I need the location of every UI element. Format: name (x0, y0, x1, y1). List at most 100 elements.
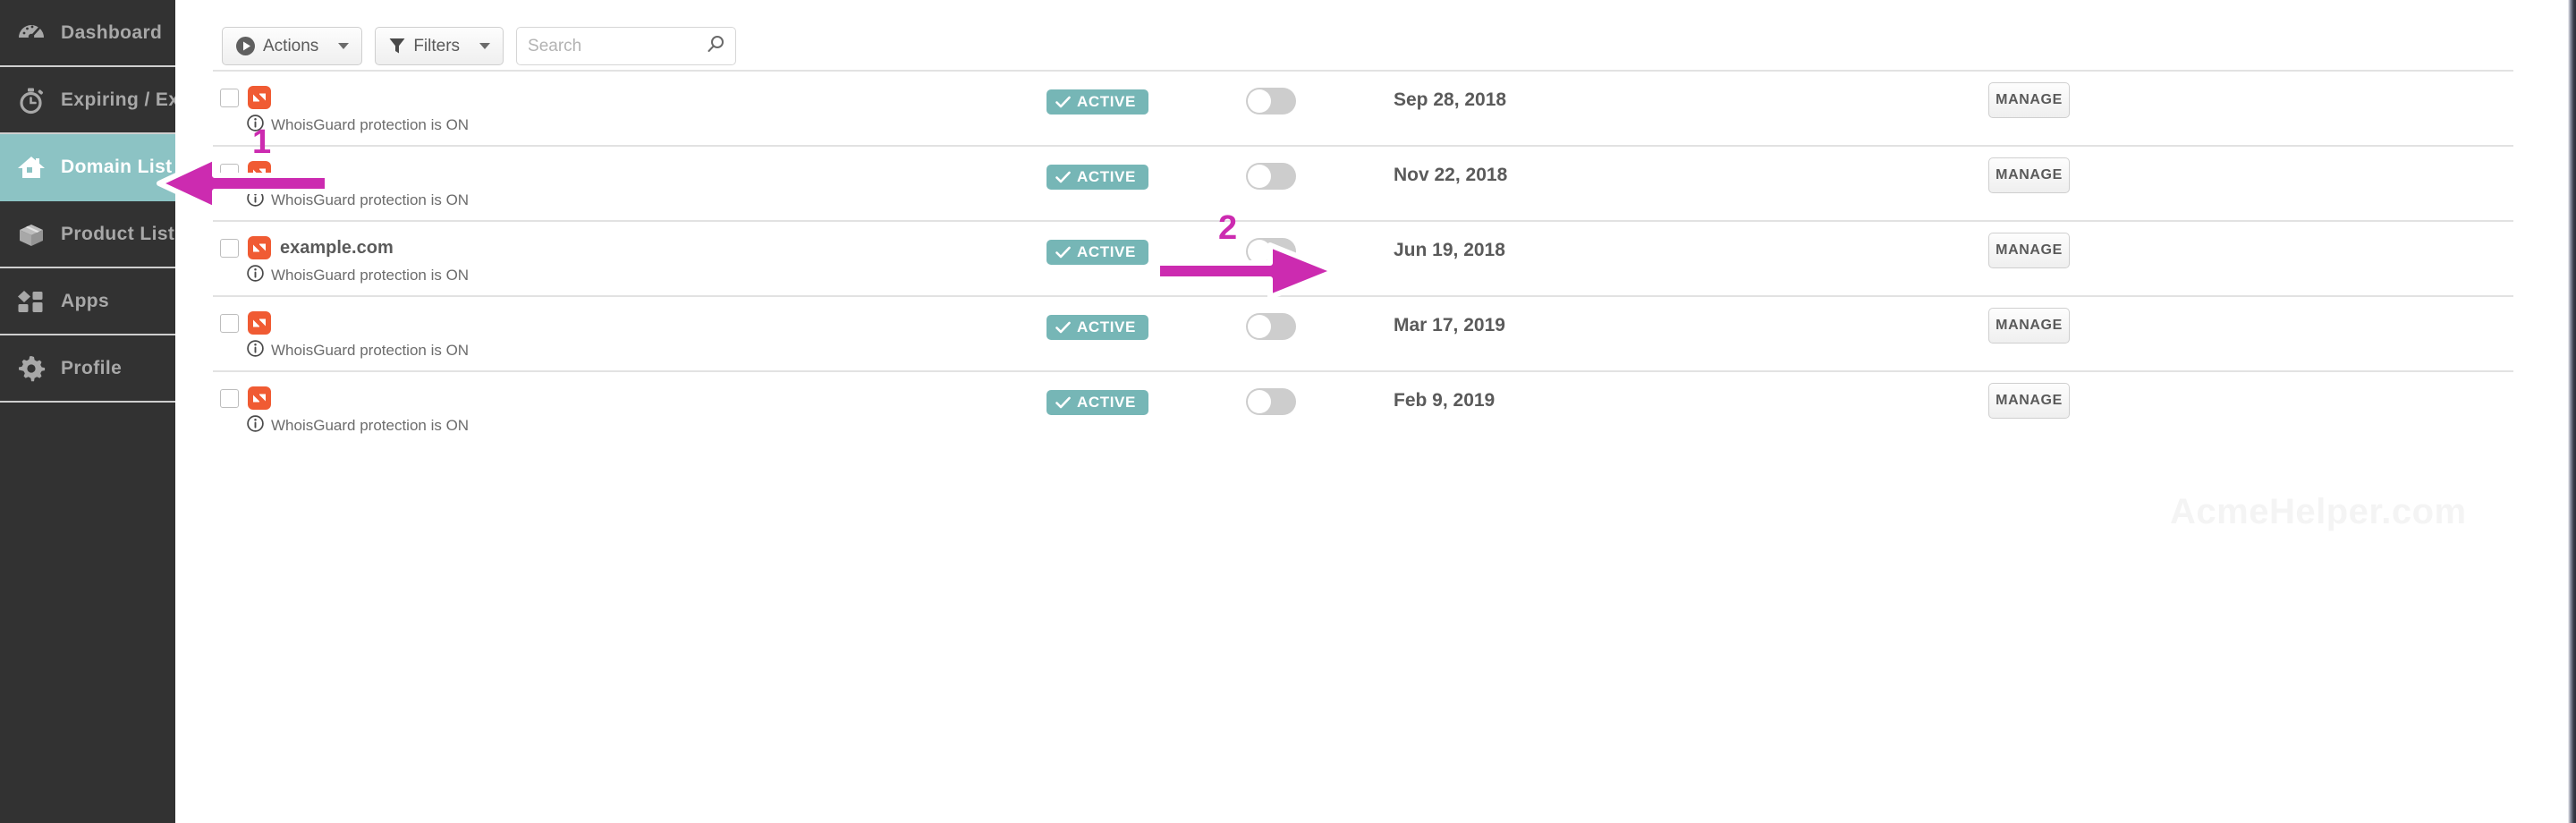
domain-name[interactable]: example.com (280, 238, 394, 259)
autorenew-cell (1246, 238, 1296, 265)
check-icon (1055, 96, 1071, 109)
expiry-date: Jun 19, 2018 (1394, 240, 1505, 260)
whoisguard-note: WhoisGuard protection is ON (247, 415, 469, 437)
sidebar-item-apps[interactable]: Apps (0, 268, 175, 335)
whoisguard-note: WhoisGuard protection is ON (247, 190, 469, 211)
sidebar-item-label: Apps (61, 290, 110, 311)
row-checkbox[interactable] (220, 88, 239, 107)
status-label: ACTIVE (1077, 318, 1136, 335)
whoisguard-text: WhoisGuard protection is ON (271, 417, 470, 434)
table-row: WhoisGuard protection is ON ACTIVE (213, 370, 2513, 445)
manage-button[interactable]: MANAGE (1988, 157, 2070, 193)
expiry-date: Mar 17, 2019 (1394, 315, 1505, 335)
domain-list-page: Dashboard Expiring / Expired Domain List… (0, 0, 2576, 823)
manage-button[interactable]: MANAGE (1988, 82, 2070, 118)
row-checkbox[interactable] (220, 238, 239, 258)
manage-cell: MANAGE (1988, 82, 2070, 118)
status-cell: ACTIVE (1046, 165, 1148, 190)
status-cell: ACTIVE (1046, 315, 1148, 340)
domain-cell: WhoisGuard protection is ON (220, 86, 469, 136)
search-input[interactable] (516, 27, 737, 65)
sidebar-item-domain-list[interactable]: Domain List (0, 134, 175, 201)
status-badge: ACTIVE (1046, 240, 1148, 265)
autorenew-toggle[interactable] (1246, 88, 1296, 115)
whoisguard-note: WhoisGuard protection is ON (247, 265, 469, 286)
info-icon (247, 340, 264, 361)
sidebar-item-label: Domain List (61, 156, 173, 177)
table-row: WhoisGuard protection is ON ACTIVE (213, 145, 2513, 220)
sidebar-item-label: Dashboard (61, 21, 163, 43)
row-checkbox[interactable] (220, 313, 239, 333)
check-icon (1055, 246, 1071, 259)
status-label: ACTIVE (1077, 168, 1136, 185)
manage-cell: MANAGE (1988, 308, 2070, 344)
toggle-knob (1248, 390, 1271, 413)
namecheap-logo-icon (248, 386, 271, 410)
sidebar-item-product-list[interactable]: Product List (0, 201, 175, 268)
sidebar-item-expiring-expired[interactable]: Expiring / Expired (0, 67, 226, 134)
house-icon (16, 152, 47, 182)
info-icon (247, 415, 264, 437)
autorenew-toggle[interactable] (1246, 313, 1296, 340)
manage-cell: MANAGE (1988, 157, 2070, 193)
status-badge: ACTIVE (1046, 390, 1148, 415)
watermark: AcmeHelper.com (2170, 492, 2467, 531)
row-checkbox[interactable] (220, 388, 239, 408)
gear-icon (16, 353, 47, 384)
filters-button[interactable]: Filters (375, 27, 504, 65)
check-icon (1055, 321, 1071, 335)
sidebar-item-profile[interactable]: Profile (0, 335, 175, 403)
filters-label: Filters (413, 36, 461, 55)
manage-cell: MANAGE (1988, 383, 2070, 419)
autorenew-toggle[interactable] (1246, 238, 1296, 265)
gauge-icon (16, 18, 47, 48)
toggle-knob (1248, 165, 1271, 188)
whoisguard-text: WhoisGuard protection is ON (271, 267, 470, 284)
status-badge: ACTIVE (1046, 89, 1148, 115)
table-row: WhoisGuard protection is ON ACTIVE (213, 295, 2513, 370)
whoisguard-text: WhoisGuard protection is ON (271, 342, 470, 359)
domain-cell: WhoisGuard protection is ON (220, 386, 469, 437)
whoisguard-note: WhoisGuard protection is ON (247, 340, 469, 361)
box-icon (16, 219, 47, 250)
toggle-knob (1248, 315, 1271, 338)
status-badge: ACTIVE (1046, 315, 1148, 340)
info-icon (247, 265, 264, 286)
sidebar: Dashboard Expiring / Expired Domain List… (0, 0, 226, 823)
expiry-date: Sep 28, 2018 (1394, 89, 1507, 110)
chevron-down-icon (479, 43, 491, 49)
stopwatch-icon (16, 85, 47, 115)
sidebar-item-label: Product List (61, 223, 175, 244)
status-label: ACTIVE (1077, 243, 1136, 260)
namecheap-logo-icon (248, 236, 271, 259)
window-right-edge (2563, 0, 2576, 823)
whoisguard-text: WhoisGuard protection is ON (271, 191, 470, 208)
toggle-knob (1248, 240, 1271, 263)
info-icon (247, 190, 264, 211)
manage-button[interactable]: MANAGE (1988, 383, 2070, 419)
status-cell: ACTIVE (1046, 89, 1148, 115)
main-content: Actions Filters Search WhoisGuard protec… (175, 0, 2563, 823)
autorenew-toggle[interactable] (1246, 163, 1296, 190)
sidebar-item-dashboard[interactable]: Dashboard (0, 0, 175, 67)
manage-button[interactable]: MANAGE (1988, 308, 2070, 344)
status-label: ACTIVE (1077, 93, 1136, 110)
domain-cell: WhoisGuard protection is ON (220, 311, 469, 361)
whoisguard-note: WhoisGuard protection is ON (247, 115, 469, 136)
namecheap-logo-icon (248, 311, 271, 335)
autorenew-cell (1246, 163, 1296, 190)
autorenew-toggle[interactable] (1246, 388, 1296, 415)
apps-icon (16, 286, 47, 317)
chevron-down-icon (338, 43, 350, 49)
manage-button[interactable]: MANAGE (1988, 233, 2070, 268)
autorenew-cell (1246, 88, 1296, 115)
search-box (516, 27, 737, 65)
row-checkbox[interactable] (220, 163, 239, 182)
actions-button[interactable]: Actions (222, 27, 363, 65)
manage-cell: MANAGE (1988, 233, 2070, 268)
status-cell: ACTIVE (1046, 390, 1148, 415)
domain-cell: example.com WhoisGuard protection is ON (220, 236, 469, 286)
info-icon (247, 115, 264, 136)
domain-cell: WhoisGuard protection is ON (220, 161, 469, 211)
expiry-date: Nov 22, 2018 (1394, 165, 1508, 185)
